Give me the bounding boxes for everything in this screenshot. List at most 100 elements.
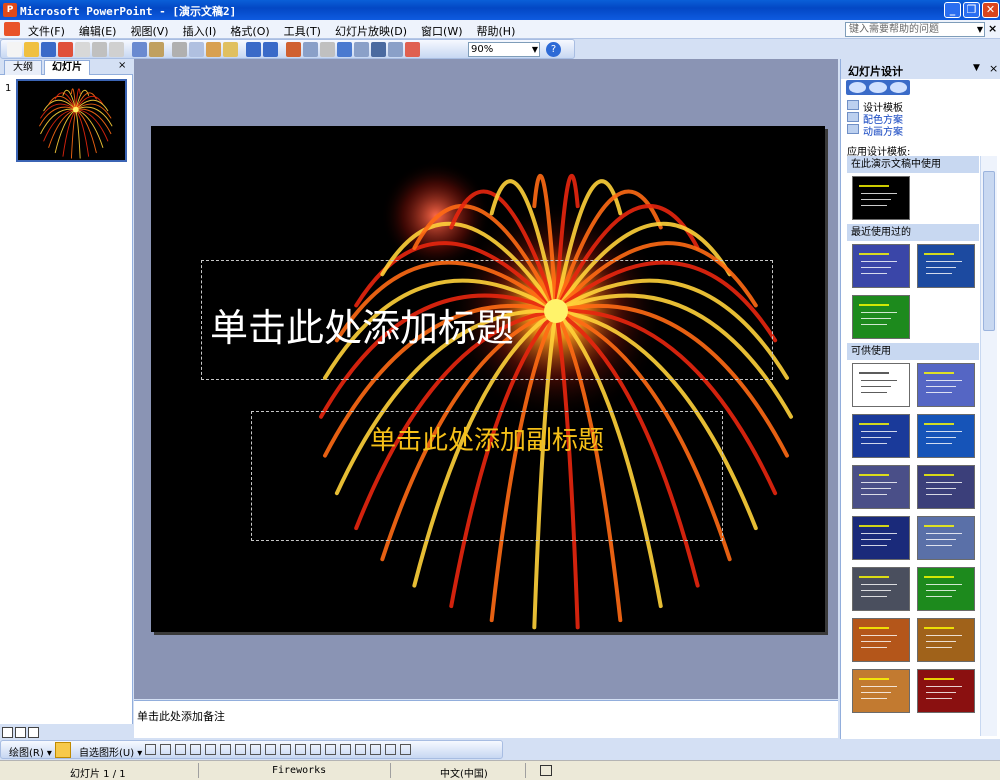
menu-item[interactable]: 工具(T) xyxy=(284,23,329,39)
fill-color-icon[interactable] xyxy=(295,744,306,755)
template-thumbnail[interactable] xyxy=(917,669,975,713)
3d-icon[interactable] xyxy=(400,744,411,755)
close-document-button[interactable]: × xyxy=(988,22,997,35)
notes-pane[interactable]: 单击此处添加备注 xyxy=(134,700,838,738)
template-thumbnail[interactable] xyxy=(852,516,910,560)
wordart-icon[interactable] xyxy=(235,744,246,755)
menu-item[interactable]: 文件(F) xyxy=(28,23,73,39)
grid-icon[interactable] xyxy=(388,42,403,57)
spelling-icon[interactable] xyxy=(132,42,147,57)
title-placeholder[interactable]: 单击此处添加标题 xyxy=(201,260,773,380)
cut-icon[interactable] xyxy=(172,42,187,57)
email-icon[interactable] xyxy=(75,42,90,57)
template-thumbnail[interactable] xyxy=(917,244,975,288)
print-preview-icon[interactable] xyxy=(109,42,124,57)
restore-button[interactable]: ❐ xyxy=(963,2,980,18)
template-thumbnail[interactable] xyxy=(852,295,910,339)
menu-item[interactable]: 插入(I) xyxy=(183,23,225,39)
format-painter-icon[interactable] xyxy=(223,42,238,57)
template-list-scrollbar[interactable] xyxy=(980,156,997,736)
select-objects-icon[interactable] xyxy=(55,742,71,758)
close-icon[interactable]: × xyxy=(989,62,998,75)
vertical-textbox-icon[interactable] xyxy=(220,744,231,755)
line-style-icon[interactable] xyxy=(340,744,351,755)
tables-borders-icon[interactable] xyxy=(320,42,335,57)
template-thumbnail[interactable] xyxy=(852,244,910,288)
permission-icon[interactable] xyxy=(58,42,73,57)
menu-item[interactable]: 格式(O) xyxy=(230,23,277,39)
font-color-icon[interactable] xyxy=(325,744,336,755)
menu-item[interactable]: 幻灯片放映(D) xyxy=(335,23,415,39)
print-icon[interactable] xyxy=(92,42,107,57)
template-thumbnail[interactable] xyxy=(917,516,975,560)
template-thumbnail[interactable] xyxy=(917,567,975,611)
slide-canvas[interactable]: 单击此处添加标题 单击此处添加副标题 xyxy=(151,126,825,632)
template-thumbnail[interactable] xyxy=(852,465,910,509)
slideshow-view-icon[interactable] xyxy=(28,727,39,738)
close-button[interactable]: ✕ xyxy=(982,2,999,18)
chevron-down-icon[interactable]: ▼ xyxy=(977,23,983,36)
picture-icon[interactable] xyxy=(280,744,291,755)
menu-item[interactable]: 窗口(W) xyxy=(421,23,470,39)
autoshape-menu[interactable]: 自选图形(U) ▾ xyxy=(79,744,142,759)
insert-table-icon[interactable] xyxy=(303,42,318,57)
research-icon[interactable] xyxy=(149,42,164,57)
minimize-button[interactable]: _ xyxy=(944,2,961,18)
help-icon[interactable]: ? xyxy=(546,42,561,57)
open-icon[interactable] xyxy=(24,42,39,57)
textbox-icon[interactable] xyxy=(205,744,216,755)
line-icon[interactable] xyxy=(145,744,156,755)
template-thumbnail[interactable] xyxy=(852,618,910,662)
scrollbar-thumb[interactable] xyxy=(983,171,995,331)
slide-thumbnail[interactable] xyxy=(16,79,127,162)
template-thumbnail[interactable] xyxy=(852,669,910,713)
chevron-down-icon[interactable]: ▼ xyxy=(532,43,538,56)
rectangle-icon[interactable] xyxy=(175,744,186,755)
arrow-icon[interactable] xyxy=(160,744,171,755)
copy-icon[interactable] xyxy=(189,42,204,57)
color-icon[interactable] xyxy=(405,42,420,57)
document-icon[interactable] xyxy=(4,22,20,36)
zoom-select[interactable]: 90% ▼ xyxy=(468,42,540,57)
save-icon[interactable] xyxy=(41,42,56,57)
powerpoint-app-icon[interactable]: P xyxy=(3,3,17,17)
spellcheck-icon[interactable] xyxy=(540,765,552,776)
undo-icon[interactable] xyxy=(246,42,261,57)
dash-style-icon[interactable] xyxy=(355,744,366,755)
tab-slides[interactable]: 幻灯片 xyxy=(44,60,90,75)
diagram-icon[interactable] xyxy=(250,744,261,755)
design-template-link[interactable]: 设计模板 xyxy=(847,99,903,114)
back-icon[interactable] xyxy=(849,82,867,93)
menu-item[interactable]: 编辑(E) xyxy=(79,23,125,39)
draw-menu[interactable]: 绘图(R) ▾ xyxy=(9,744,52,759)
clipart-icon[interactable] xyxy=(265,744,276,755)
oval-icon[interactable] xyxy=(190,744,201,755)
tab-outline[interactable]: 大纲 xyxy=(4,60,42,75)
normal-view-icon[interactable] xyxy=(2,727,13,738)
pane-close-button[interactable]: × xyxy=(118,60,126,71)
animation-scheme-link[interactable]: 动画方案 xyxy=(847,123,903,138)
menu-item[interactable]: 视图(V) xyxy=(130,23,176,39)
template-thumbnail[interactable] xyxy=(852,567,910,611)
menu-item[interactable]: 帮助(H) xyxy=(477,23,524,39)
template-thumbnail[interactable] xyxy=(917,414,975,458)
line-color-icon[interactable] xyxy=(310,744,321,755)
paste-icon[interactable] xyxy=(206,42,221,57)
insert-hyperlink-icon[interactable] xyxy=(337,42,352,57)
expand-all-icon[interactable] xyxy=(354,42,369,57)
chevron-down-icon[interactable]: ▼ xyxy=(973,63,980,73)
template-thumbnail[interactable] xyxy=(852,414,910,458)
template-thumbnail[interactable] xyxy=(917,363,975,407)
arrow-style-icon[interactable] xyxy=(370,744,381,755)
forward-icon[interactable] xyxy=(869,82,887,93)
redo-icon[interactable] xyxy=(263,42,278,57)
template-thumbnail[interactable] xyxy=(852,176,910,220)
shadow-icon[interactable] xyxy=(385,744,396,755)
home-icon[interactable] xyxy=(889,82,907,93)
slide-sorter-view-icon[interactable] xyxy=(15,727,26,738)
help-search-input[interactable]: 键入需要帮助的问题 ▼ xyxy=(845,22,985,37)
template-thumbnail[interactable] xyxy=(852,363,910,407)
new-icon[interactable] xyxy=(7,42,22,57)
template-thumbnail[interactable] xyxy=(917,465,975,509)
color-scheme-link[interactable]: 配色方案 xyxy=(847,111,903,126)
